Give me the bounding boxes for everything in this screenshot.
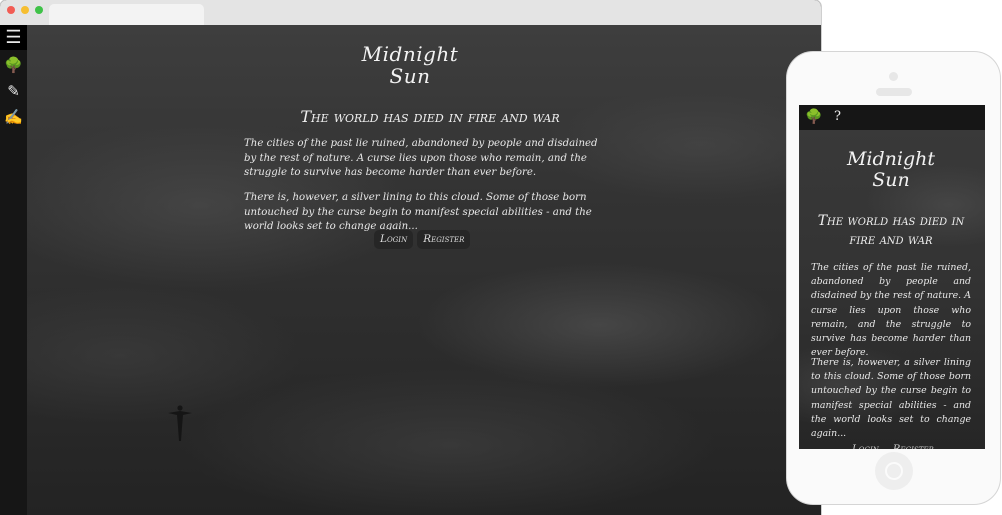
mobile-intro-paragraph: The cities of the past lie ruined, aband… <box>811 262 971 359</box>
mobile-register-button[interactable]: Register <box>887 441 939 449</box>
phone-camera <box>889 72 898 81</box>
mobile-auth-buttons: Login Register <box>847 441 939 449</box>
help-icon[interactable]: ? <box>834 109 841 124</box>
logo-line-2: Sun <box>872 169 910 191</box>
phone-speaker <box>876 88 912 96</box>
maximize-window-dot[interactable] <box>35 6 43 14</box>
logo-line-1: Midnight <box>846 148 936 170</box>
minimize-window-dot[interactable] <box>21 6 29 14</box>
phone-home-button[interactable] <box>875 452 913 490</box>
auth-buttons: Login Register <box>374 230 471 249</box>
tree-icon[interactable]: 🌳 <box>0 52 27 77</box>
mobile-lore-paragraph: There is, however, a silver lining to th… <box>811 357 971 440</box>
close-window-dot[interactable] <box>7 6 15 14</box>
logo-line-1: Midnight <box>361 42 459 66</box>
lore-paragraph: There is, however, a silver lining to th… <box>244 192 592 232</box>
desktop-browser-mockup: ☰ 🌳 ✎ ✍ Midnight Sun The world has died … <box>0 0 821 515</box>
logo-line-2: Sun <box>389 64 431 88</box>
tree-icon[interactable]: 🌳 <box>805 109 822 125</box>
edit-icon[interactable]: ✍ <box>0 104 27 129</box>
mobile-topbar: 🌳 ? <box>799 105 985 130</box>
intro-paragraph: The cities of the past lie ruined, aband… <box>244 138 598 178</box>
site-logo[interactable]: Midnight Sun <box>355 43 465 87</box>
page-headline: The world has died in fire and war <box>300 107 560 126</box>
register-button[interactable]: Register <box>417 230 471 249</box>
floating-figure-silhouette <box>168 405 192 441</box>
browser-tab[interactable] <box>49 4 204 25</box>
quill-icon[interactable]: ✎ <box>0 78 27 103</box>
mobile-page: 🌳 ? Midnight Sun The world has died in f… <box>799 105 985 449</box>
desktop-page: ☰ 🌳 ✎ ✍ Midnight Sun The world has died … <box>0 25 821 515</box>
mobile-phone-mockup: 🌳 ? Midnight Sun The world has died in f… <box>787 52 1000 504</box>
login-button[interactable]: Login <box>374 230 414 249</box>
menu-icon[interactable]: ☰ <box>0 25 27 50</box>
mobile-site-logo[interactable]: Midnight Sun <box>839 149 943 191</box>
sidebar: ☰ 🌳 ✎ ✍ <box>0 25 27 515</box>
mobile-login-button[interactable]: Login <box>847 441 884 449</box>
mobile-page-headline: The world has died in fire and war <box>817 213 965 248</box>
browser-chrome <box>0 0 821 25</box>
